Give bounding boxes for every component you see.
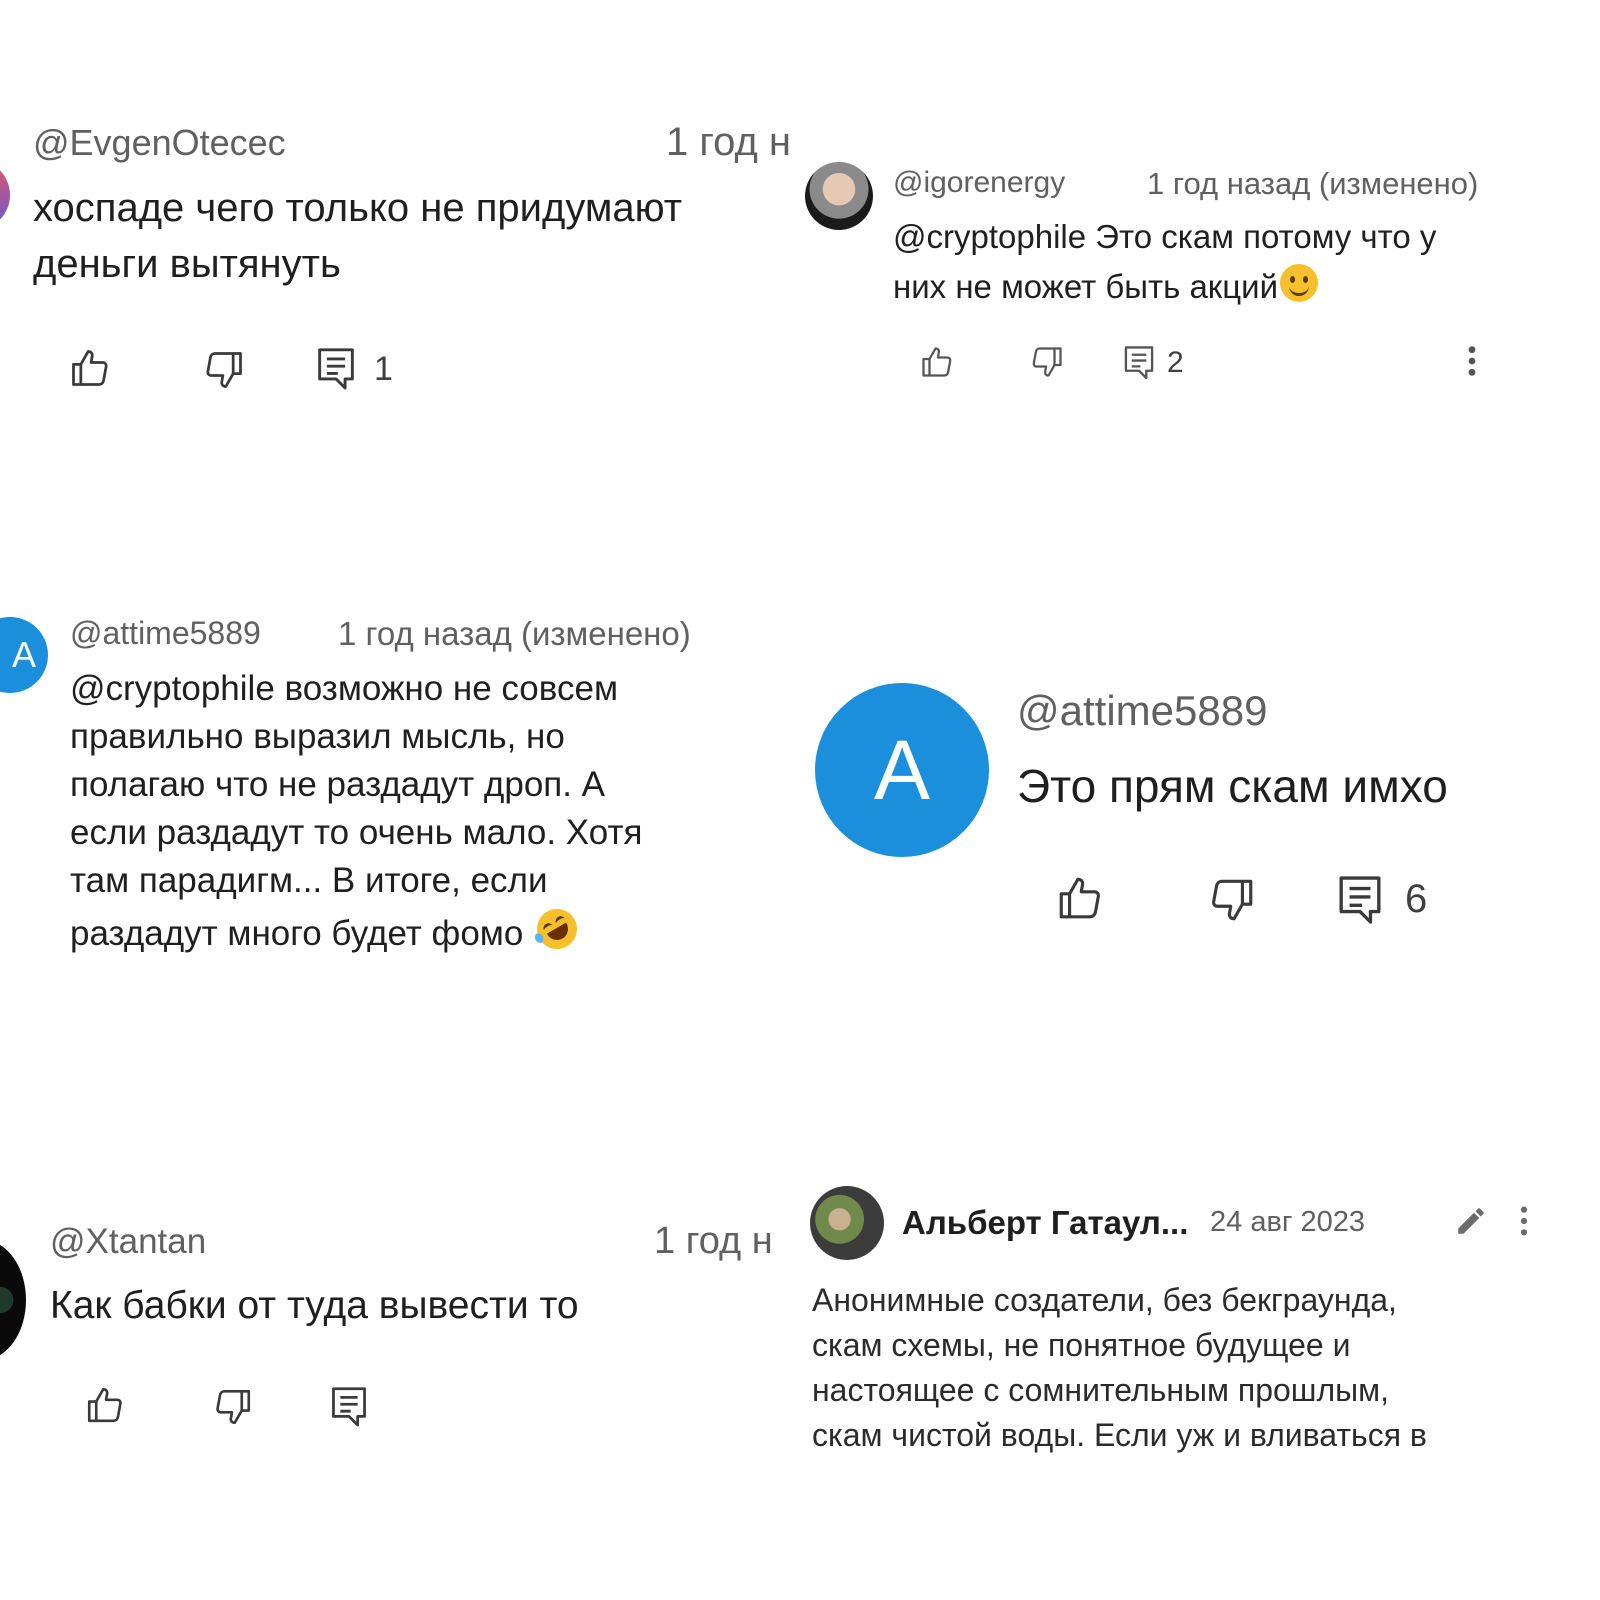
- comment-text-line: @cryptophile Это скам потому что у: [893, 218, 1437, 255]
- comment-text-line: скам схемы, не понятное будущее и: [812, 1327, 1351, 1363]
- comment-text-line: настоящее с сомнительным прошлым,: [812, 1372, 1390, 1408]
- comment-author[interactable]: @Xtantan: [50, 1222, 206, 1262]
- reply-icon[interactable]: [316, 346, 356, 390]
- comment-author[interactable]: Альберт Гатаул...: [902, 1204, 1188, 1242]
- comment-card: A @attime5889 1 год назад (изменено) @cr…: [0, 595, 760, 975]
- more-vert-icon[interactable]: [1465, 344, 1479, 378]
- comment-text-line: @cryptophile возможно не совсем: [70, 669, 619, 708]
- comment-card: @EvgenOtecec 1 год н хоспаде чего только…: [0, 60, 790, 440]
- comment-author[interactable]: @igorenergy: [893, 166, 1065, 200]
- thumbs-down-icon[interactable]: [202, 348, 246, 392]
- comment-text-line: там парадигм... В итоге, если: [70, 861, 548, 900]
- thumbs-down-icon[interactable]: [1207, 875, 1257, 925]
- comment-text-line: них не может быть акций: [893, 264, 1319, 306]
- avatar[interactable]: A: [0, 617, 48, 693]
- comment-text-line: раздадут много будет фомо: [70, 901, 585, 957]
- reply-icon[interactable]: [1123, 344, 1155, 380]
- comment-time: 1 год н: [654, 1220, 773, 1262]
- comment-text: Это прям скам имхо: [1017, 760, 1448, 812]
- comment-text: Как бабки от туда вывести то: [50, 1284, 579, 1327]
- avatar[interactable]: [0, 160, 10, 230]
- avatar-letter: A: [873, 722, 931, 817]
- comment-text-line: Анонимные создатели, без бекграунда,: [812, 1282, 1397, 1318]
- reply-icon[interactable]: [1337, 873, 1383, 925]
- comment-author[interactable]: @attime5889: [1017, 687, 1267, 735]
- reply-count: 2: [1167, 346, 1184, 379]
- comment-card: Альберт Гатаул... 24 авг 2023 Анонимные …: [800, 1180, 1550, 1470]
- comment-text-line: правильно выразил мысль, но: [70, 717, 565, 756]
- avatar-letter: A: [11, 634, 36, 675]
- avatar[interactable]: [0, 1240, 26, 1360]
- comment-time: 1 год назад (изменено): [1147, 166, 1479, 201]
- comment-text-line: хоспаде чего только не придумают: [33, 186, 683, 230]
- thumbs-up-icon[interactable]: [68, 346, 112, 390]
- pencil-icon[interactable]: [1454, 1204, 1488, 1238]
- thumbs-up-icon[interactable]: [1055, 873, 1105, 923]
- reply-icon[interactable]: [330, 1384, 368, 1428]
- reply-count: 6: [1405, 877, 1428, 921]
- comment-text-line: деньги вытянуть: [33, 242, 341, 286]
- comment-author[interactable]: @attime5889: [70, 615, 261, 652]
- thumbs-up-icon[interactable]: [919, 344, 955, 380]
- comment-text-fragment: них не может быть акций: [893, 268, 1279, 305]
- thumbs-down-icon[interactable]: [212, 1386, 254, 1428]
- comment-text-line: скам чистой воды. Если уж и вливаться в: [812, 1417, 1427, 1453]
- avatar[interactable]: [805, 162, 873, 230]
- avatar[interactable]: A: [815, 683, 989, 857]
- comment-card: @igorenergy 1 год назад (изменено) @cryp…: [795, 140, 1535, 400]
- rolling-on-floor-laughing-icon: [529, 901, 585, 957]
- slightly-smiling-face-icon: [1280, 264, 1319, 302]
- comment-text-line: если раздадут то очень мало. Хотя: [70, 813, 643, 852]
- comment-text-line: полагаю что не раздадут дроп. А: [70, 765, 606, 804]
- thumbs-up-icon[interactable]: [84, 1384, 126, 1426]
- thumbs-down-icon[interactable]: [1029, 344, 1065, 380]
- comment-time: 1 год назад (изменено): [338, 615, 691, 652]
- comment-card: A @attime5889 Это прям скам имхо 6: [795, 665, 1555, 955]
- more-vert-icon[interactable]: [1518, 1204, 1530, 1238]
- comment-time: 1 год н: [666, 120, 790, 164]
- comment-author[interactable]: @EvgenOtecec: [33, 122, 286, 164]
- comment-text-fragment: раздадут много будет фомо: [70, 914, 524, 953]
- reply-count: 1: [374, 350, 393, 388]
- comment-card: @Xtantan 1 год н Как бабки от туда вывес…: [0, 1200, 790, 1460]
- avatar[interactable]: [810, 1186, 884, 1260]
- comment-date: 24 авг 2023: [1210, 1206, 1365, 1238]
